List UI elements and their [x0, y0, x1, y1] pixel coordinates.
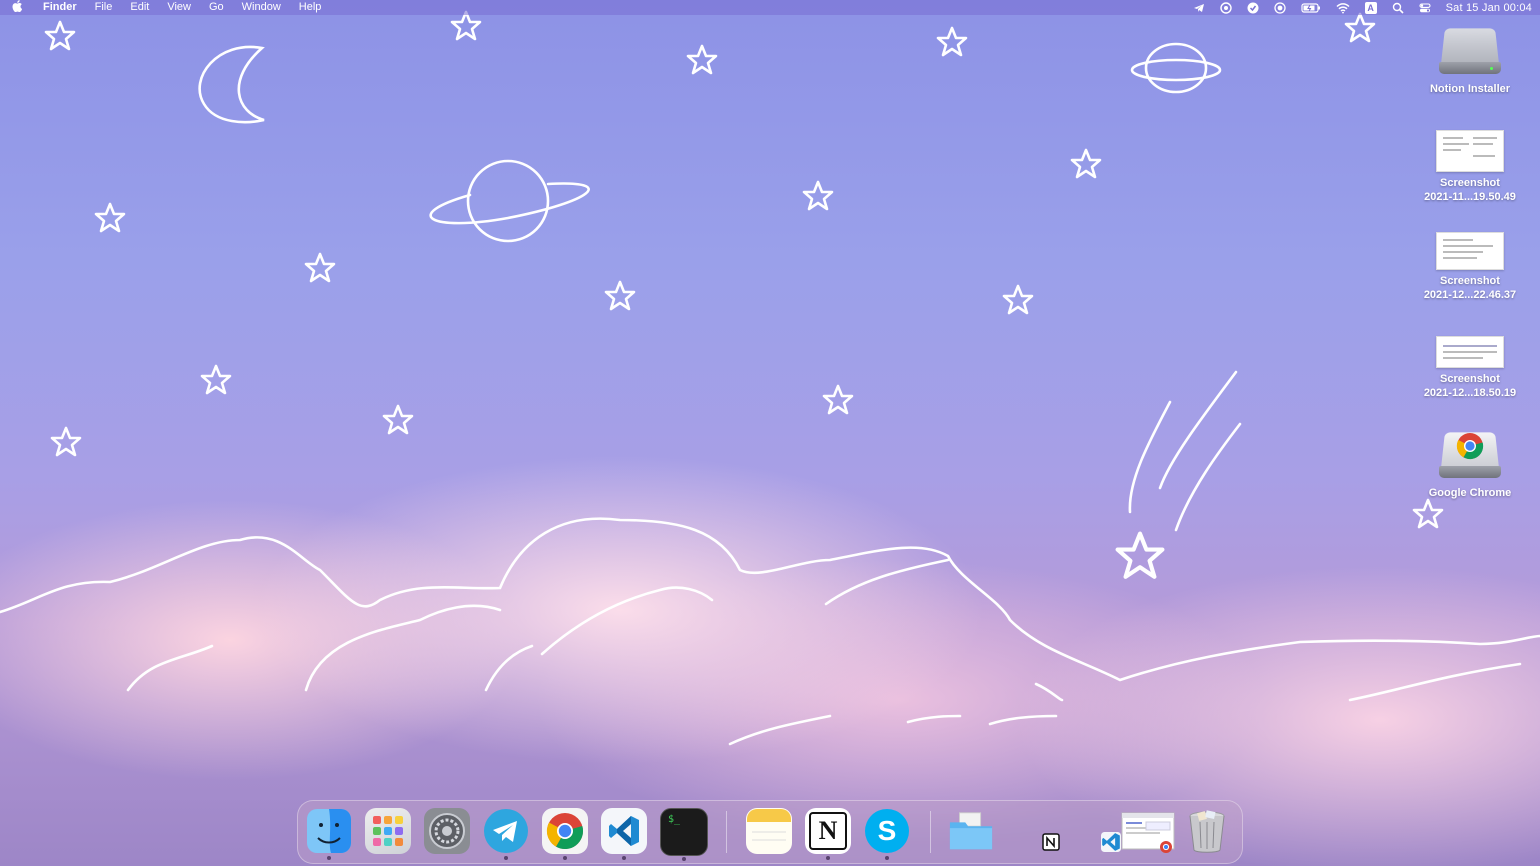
dock-launchpad[interactable] — [365, 808, 411, 854]
dock-skype[interactable]: S — [864, 808, 910, 860]
dock-separator — [726, 811, 727, 853]
desktop-item-screenshot-3[interactable]: Screenshot 2021-12...18.50.19 — [1400, 336, 1540, 400]
menu-help[interactable]: Help — [290, 0, 331, 15]
desktop-item-label: Screenshot — [1440, 373, 1500, 385]
trash-icon — [1189, 810, 1225, 853]
planet-doodle-large — [429, 159, 590, 243]
star-doodles — [44, 10, 1444, 577]
telegram-status-icon[interactable] — [1193, 2, 1205, 14]
vscode-icon — [609, 816, 639, 846]
cloud-outline-doodles — [0, 517, 1540, 746]
dock-trash[interactable] — [1184, 808, 1230, 854]
chrome-icon — [546, 813, 584, 850]
notion-icon: N — [809, 812, 847, 850]
menu-view[interactable]: View — [158, 0, 200, 15]
dock-notion-window[interactable] — [1028, 808, 1074, 854]
planet-doodle-small — [1130, 42, 1222, 94]
dock-downloads-folder[interactable] — [948, 808, 994, 854]
dock-notion[interactable]: N — [805, 808, 851, 860]
dock-system-preferences[interactable] — [424, 808, 470, 854]
desktop-item-label: Screenshot — [1440, 275, 1500, 287]
input-source-icon[interactable]: A — [1364, 1, 1377, 14]
desktop-item-label: Screenshot — [1440, 177, 1500, 189]
control-center-icon[interactable] — [1419, 2, 1431, 14]
menu-finder[interactable]: Finder — [34, 0, 86, 15]
dock-finder[interactable] — [306, 808, 352, 860]
menu-window[interactable]: Window — [233, 0, 290, 15]
desktop-item-sublabel: 2021-11...19.50.49 — [1424, 191, 1516, 203]
desktop-item-notion-installer[interactable]: Notion Installer — [1400, 22, 1540, 96]
screenshot-thumbnail-icon — [1436, 336, 1504, 368]
launchpad-icon — [373, 816, 403, 846]
screenshot-thumbnail-icon — [1436, 130, 1504, 172]
shooting-star-trails — [1128, 370, 1242, 532]
screen-record-icon[interactable] — [1273, 1, 1286, 14]
system-preferences-icon — [429, 813, 465, 849]
menu-bar: Finder File Edit View Go Window Help A S — [0, 0, 1540, 15]
skype-icon: S — [865, 809, 909, 853]
dock: $_ N S — [297, 800, 1243, 864]
dock-separator — [930, 811, 931, 853]
battery-charging-icon — [1301, 2, 1321, 14]
terminal-prompt-icon: $_ — [668, 814, 681, 825]
finder-icon — [307, 809, 351, 853]
chrome-window-thumbnail — [1121, 812, 1175, 853]
dock-visual-studio-code[interactable] — [601, 808, 647, 860]
apple-logo-icon[interactable] — [0, 0, 34, 15]
spotlight-search-icon[interactable] — [1392, 2, 1404, 14]
menu-go[interactable]: Go — [200, 0, 233, 15]
desktop-item-google-chrome[interactable]: Google Chrome — [1400, 426, 1540, 500]
disk-image-icon — [1439, 22, 1501, 78]
notes-icon — [747, 809, 791, 853]
desktop-item-sublabel: 2021-12...22.46.37 — [1423, 289, 1517, 301]
telegram-icon — [484, 809, 528, 853]
dock-notes[interactable] — [746, 808, 792, 854]
menu-edit[interactable]: Edit — [121, 0, 158, 15]
desktop-item-label: Google Chrome — [1428, 487, 1512, 499]
desktop-item-label: Notion Installer — [1429, 83, 1511, 95]
dock-chrome-window[interactable] — [1118, 808, 1178, 854]
wallpaper-doodles — [0, 10, 1540, 746]
tasks-check-icon[interactable] — [1247, 2, 1259, 14]
desktop-item-screenshot-1[interactable]: Screenshot 2021-11...19.50.49 — [1400, 130, 1540, 204]
wifi-icon[interactable] — [1336, 2, 1350, 14]
dock-terminal[interactable]: $_ — [660, 808, 708, 861]
menu-file[interactable]: File — [86, 0, 122, 15]
moon-doodle — [198, 45, 265, 124]
desktop-item-sublabel: 2021-12...18.50.19 — [1423, 387, 1517, 399]
notion-window-icon — [1042, 833, 1060, 851]
folder-icon — [949, 812, 993, 850]
dock-google-chrome[interactable] — [542, 808, 588, 860]
desktop-item-screenshot-2[interactable]: Screenshot 2021-12...22.46.37 — [1400, 232, 1540, 302]
screenshot-thumbnail-icon — [1436, 232, 1504, 270]
focus-icon[interactable] — [1219, 1, 1232, 14]
status-area: A Sat 15 Jan 00:04 — [1193, 0, 1532, 15]
dock-telegram[interactable] — [483, 808, 529, 860]
menu-bar-clock[interactable]: Sat 15 Jan 00:04 — [1446, 2, 1532, 14]
chrome-disk-image-icon — [1439, 426, 1501, 482]
